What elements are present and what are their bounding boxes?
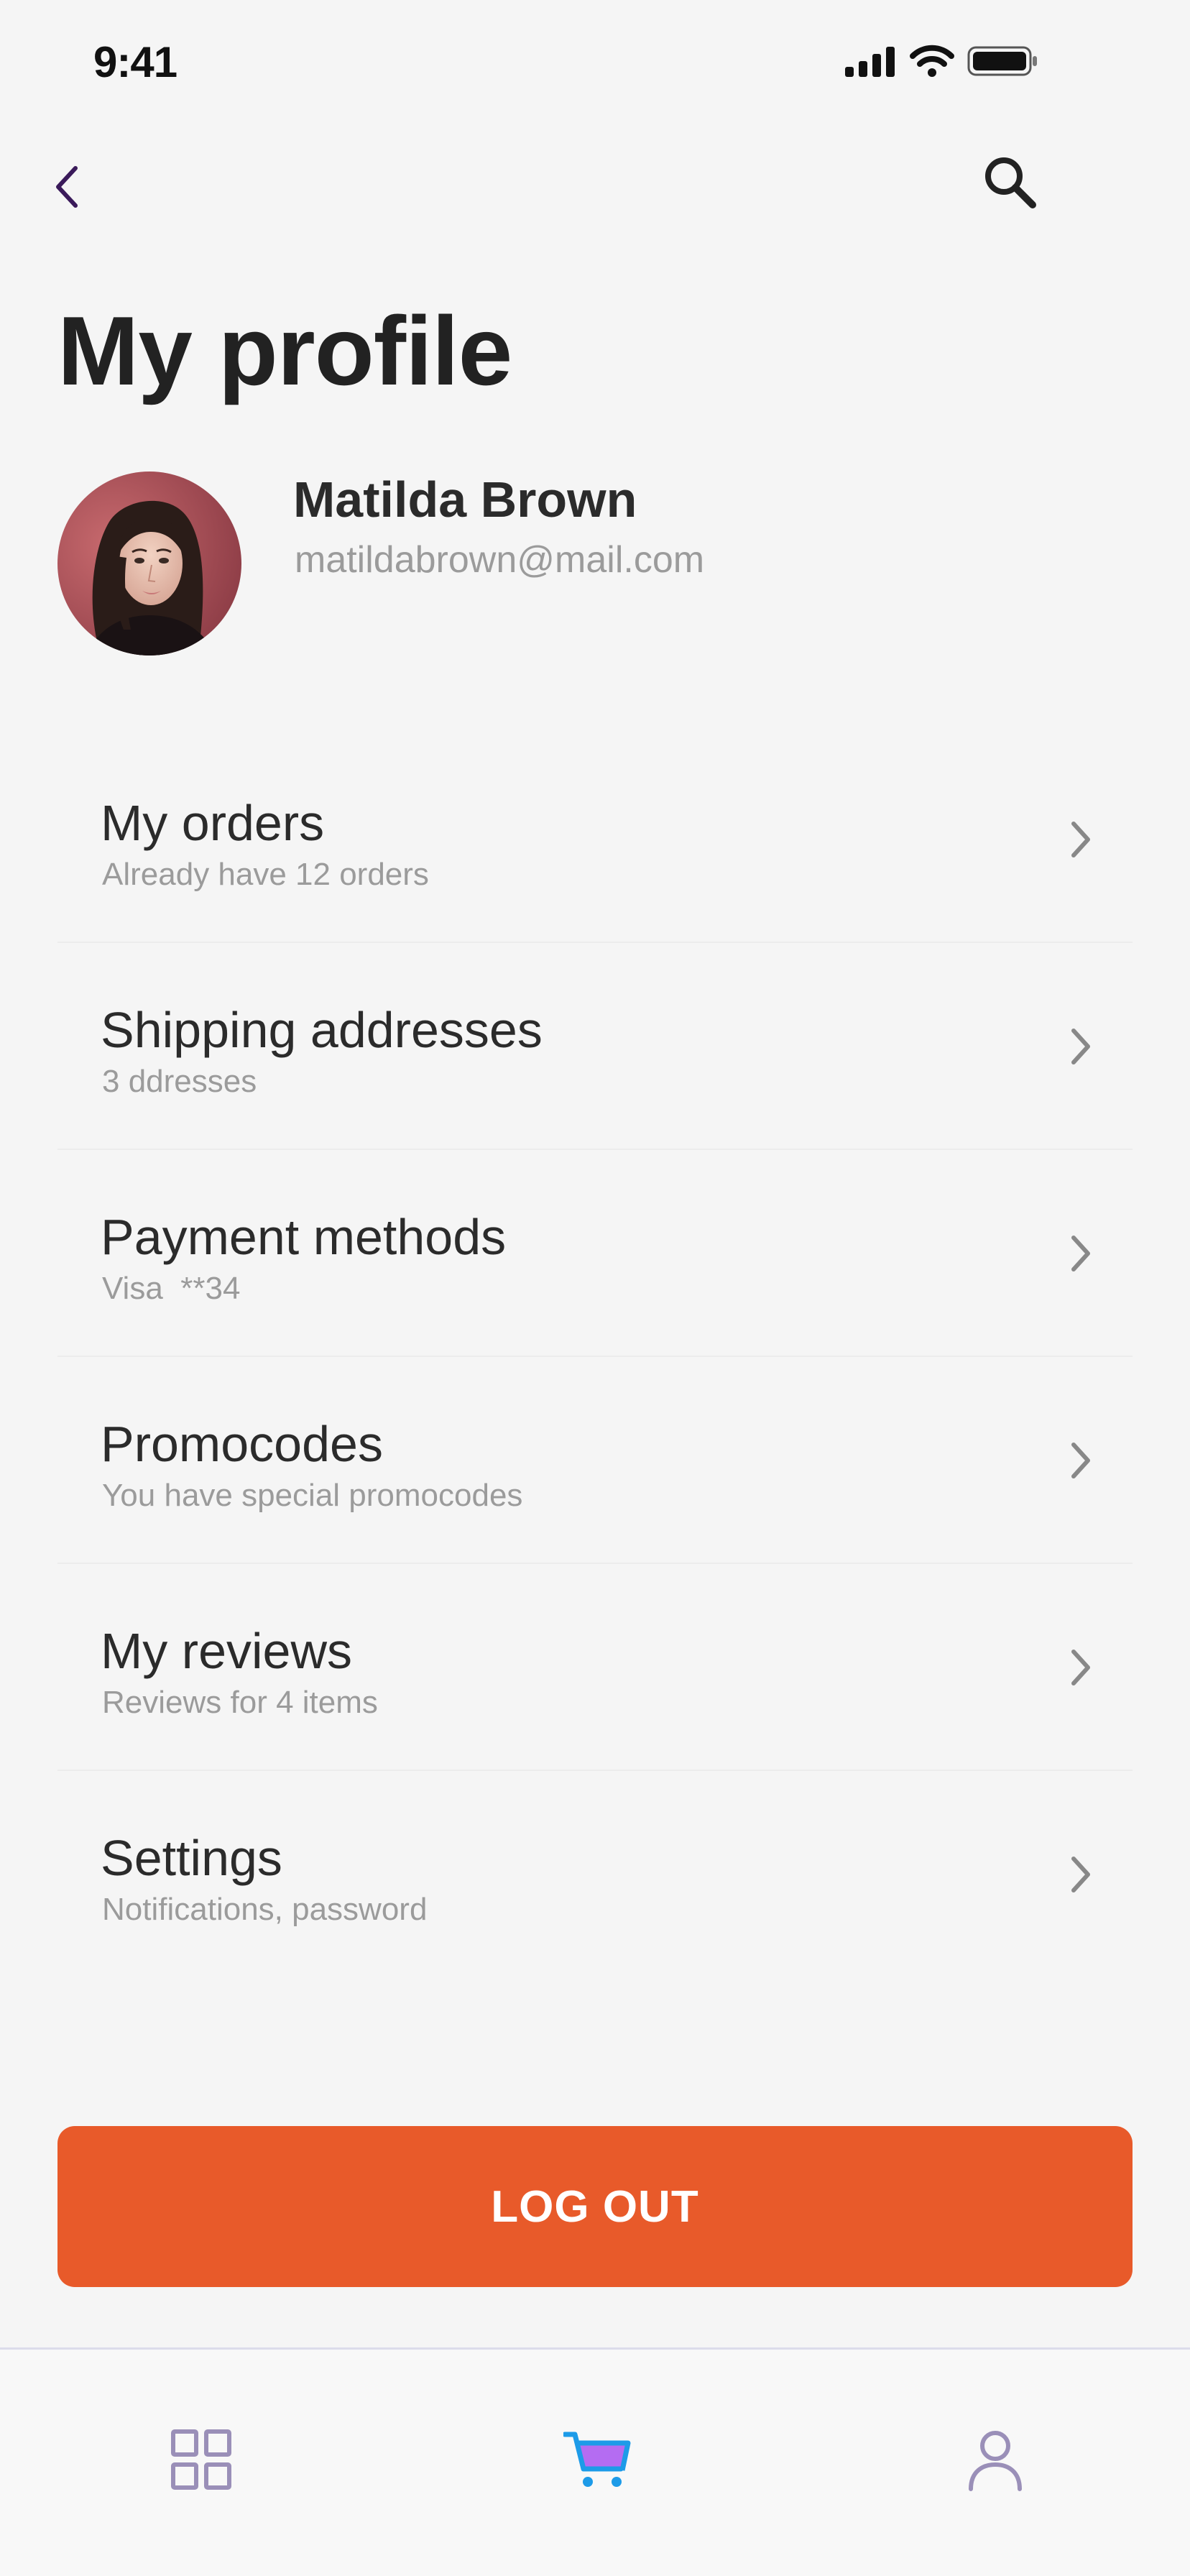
nav-item-home[interactable] (162, 2421, 241, 2501)
battery-icon (967, 45, 1039, 81)
menu-item-subtitle: Visa **34 (102, 1271, 241, 1306)
wifi-icon (910, 45, 954, 81)
menu-item-my-reviews[interactable]: My reviews Reviews for 4 items (57, 1564, 1133, 1771)
menu-item-subtitle: You have special promocodes (102, 1478, 523, 1513)
search-icon (982, 155, 1037, 213)
status-icons (845, 45, 1039, 81)
nav-item-cart[interactable] (558, 2421, 637, 2501)
chevron-right-icon (1071, 1029, 1090, 1064)
chevron-left-icon (52, 164, 81, 213)
chevron-right-icon (1071, 1236, 1090, 1271)
bottom-nav (0, 2347, 1190, 2576)
status-bar: 9:41 (0, 0, 1190, 129)
back-button[interactable] (42, 160, 92, 217)
menu-item-title: Shipping addresses (101, 1002, 543, 1058)
chevron-right-icon (1071, 1443, 1090, 1478)
avatar (57, 472, 241, 656)
chevron-right-icon (1071, 1857, 1090, 1892)
status-time: 9:41 (93, 38, 177, 86)
profile-name: Matilda Brown (293, 472, 637, 528)
menu-item-settings[interactable]: Settings Notifications, password (57, 1771, 1133, 1978)
grid-icon (170, 2429, 232, 2494)
cart-icon (562, 2429, 632, 2494)
menu-item-subtitle: Already have 12 orders (102, 857, 429, 892)
nav-item-profile[interactable] (956, 2421, 1035, 2501)
menu-item-subtitle: 3 ddresses (102, 1064, 257, 1099)
menu-item-my-orders[interactable]: My orders Already have 12 orders (57, 736, 1133, 943)
chevron-right-icon (1071, 1650, 1090, 1685)
menu-item-title: My orders (101, 795, 325, 851)
search-button[interactable] (977, 151, 1042, 216)
menu-item-title: Payment methods (101, 1209, 507, 1265)
menu-item-shipping-addresses[interactable]: Shipping addresses 3 ddresses (57, 943, 1133, 1150)
chevron-right-icon (1071, 822, 1090, 857)
menu-item-title: Promocodes (101, 1416, 383, 1472)
cellular-signal-icon (845, 45, 897, 80)
menu-item-subtitle: Notifications, password (102, 1892, 428, 1927)
page-title: My profile (57, 296, 512, 405)
profile-menu: My orders Already have 12 orders Shippin… (57, 736, 1133, 1978)
menu-item-title: My reviews (101, 1623, 353, 1679)
user-icon (967, 2427, 1024, 2496)
profile-email: matildabrown@mail.com (295, 539, 705, 581)
menu-item-subtitle: Reviews for 4 items (102, 1685, 378, 1720)
logout-button[interactable]: LOG OUT (57, 2126, 1133, 2287)
menu-item-payment-methods[interactable]: Payment methods Visa **34 (57, 1150, 1133, 1357)
menu-item-promocodes[interactable]: Promocodes You have special promocodes (57, 1357, 1133, 1564)
menu-item-title: Settings (101, 1830, 282, 1886)
